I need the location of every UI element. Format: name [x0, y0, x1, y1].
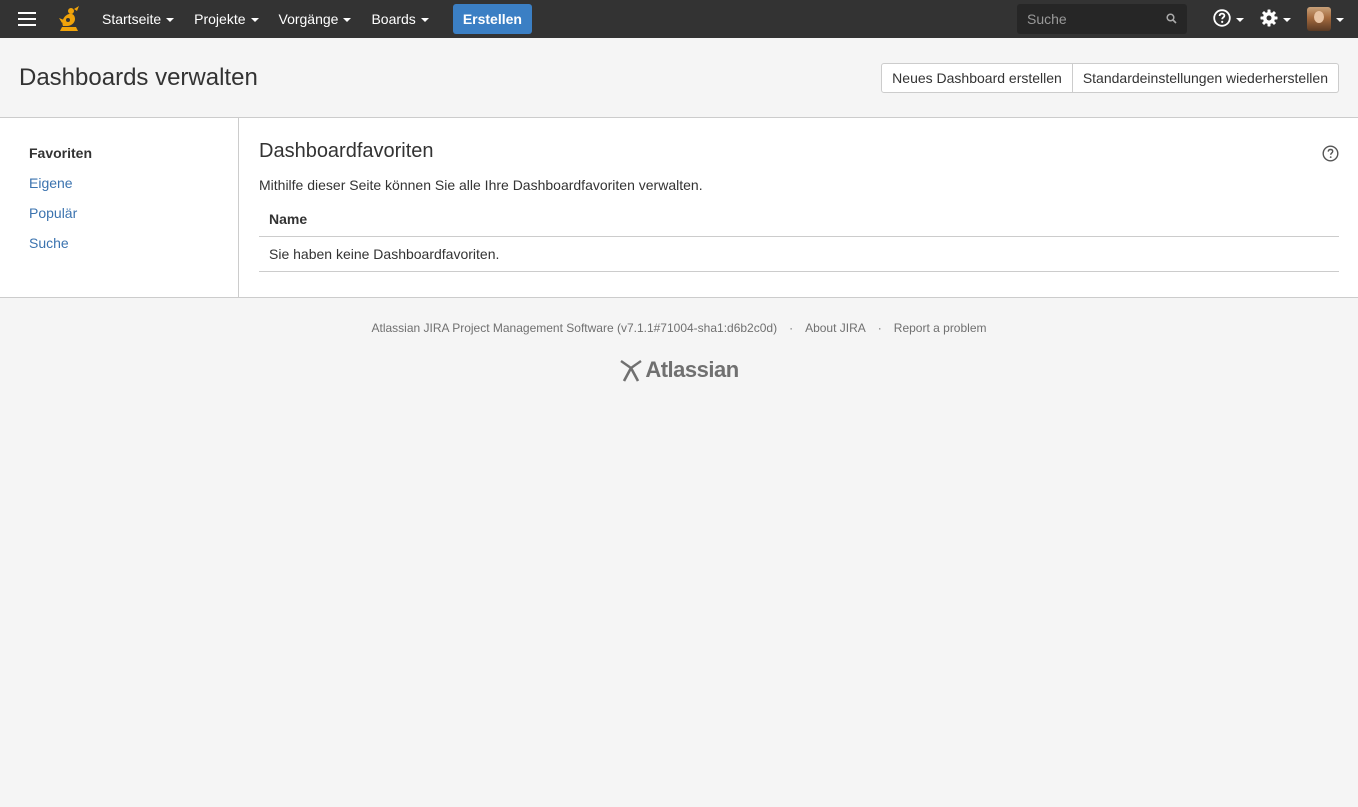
chevron-down-icon: [343, 17, 352, 22]
atlassian-logo-text: Atlassian: [645, 357, 739, 382]
nav-projekte-label: Projekte: [194, 11, 246, 27]
chevron-down-icon: [250, 17, 259, 22]
chevron-down-icon: [420, 17, 429, 22]
nav-startseite-label: Startseite: [102, 11, 162, 27]
footer-links: Atlassian JIRA Project Management Softwa…: [0, 321, 1358, 335]
footer: Atlassian JIRA Project Management Softwa…: [0, 298, 1358, 383]
sidebar-item-suche[interactable]: Suche: [0, 234, 238, 264]
search-box: [1017, 4, 1187, 34]
header-button-group: Neues Dashboard erstellen Standardeinste…: [881, 62, 1339, 93]
nav-projekte[interactable]: Projekte: [184, 0, 268, 38]
jira-logo-icon[interactable]: [54, 0, 84, 38]
sidebar-item-populaer[interactable]: Populär: [0, 204, 238, 234]
atlassian-logo-icon: [620, 360, 643, 382]
table-row: Sie haben keine Dashboardfavoriten.: [259, 236, 1339, 272]
search-input[interactable]: [1027, 11, 1166, 27]
help-icon[interactable]: [1322, 145, 1339, 165]
footer-separator: ·: [877, 321, 882, 335]
create-button[interactable]: Erstellen: [452, 4, 532, 34]
nav-boards-label: Boards: [371, 11, 416, 27]
report-problem-link[interactable]: Report a problem: [894, 321, 987, 335]
content-panel: Favoriten Eigene Populär Suche Dashboard…: [0, 118, 1358, 298]
chevron-down-icon: [1236, 17, 1244, 22]
section-title: Dashboardfavoriten: [259, 140, 434, 162]
nav-boards[interactable]: Boards: [361, 0, 438, 38]
settings-menu-button[interactable]: [1252, 0, 1299, 38]
section-description: Mithilfe dieser Seite können Sie alle Ih…: [259, 177, 703, 193]
nav-right-section: [1017, 0, 1358, 38]
atlassian-logo[interactable]: Atlassian: [0, 357, 1358, 383]
nav-startseite[interactable]: Startseite: [92, 0, 184, 38]
chevron-down-icon: [166, 17, 175, 22]
user-profile-menu-button[interactable]: [1299, 0, 1358, 38]
footer-software-text: Atlassian JIRA Project Management Softwa…: [371, 321, 778, 335]
nav-vorgaenge-label: Vorgänge: [278, 11, 339, 27]
page-header: Dashboards verwalten Neues Dashboard ers…: [0, 38, 1358, 118]
chevron-down-icon: [1336, 17, 1344, 22]
sidebar-item-eigene[interactable]: Eigene: [0, 174, 238, 204]
nav-vorgaenge[interactable]: Vorgänge: [269, 0, 362, 38]
new-dashboard-button[interactable]: Neues Dashboard erstellen: [881, 62, 1073, 93]
search-icon[interactable]: [1166, 11, 1177, 27]
sidebar: Favoriten Eigene Populär Suche: [0, 118, 239, 297]
page-title: Dashboards verwalten: [19, 63, 258, 91]
avatar: [1307, 7, 1331, 31]
gear-icon: [1260, 9, 1278, 30]
chevron-down-icon: [1283, 17, 1291, 22]
help-icon: [1213, 8, 1231, 30]
column-header-name[interactable]: Name: [259, 205, 1339, 237]
app-switcher-menu-icon[interactable]: [0, 0, 54, 38]
about-jira-link[interactable]: About JIRA: [805, 321, 866, 335]
top-navigation: Startseite Projekte Vorgänge Boards Erst…: [0, 0, 1358, 38]
help-menu-button[interactable]: [1205, 0, 1252, 38]
restore-defaults-button[interactable]: Standardeinstellungen wiederherstellen: [1072, 62, 1339, 93]
main-content: Dashboardfavoriten Mithilfe dieser Seite…: [239, 118, 1358, 297]
table-header-row: Name: [259, 205, 1339, 237]
empty-message: Sie haben keine Dashboardfavoriten.: [259, 236, 1339, 272]
footer-separator: ·: [789, 321, 794, 335]
sidebar-item-favoriten[interactable]: Favoriten: [0, 144, 238, 174]
favorites-table: Name Sie haben keine Dashboardfavoriten.: [259, 205, 1339, 272]
